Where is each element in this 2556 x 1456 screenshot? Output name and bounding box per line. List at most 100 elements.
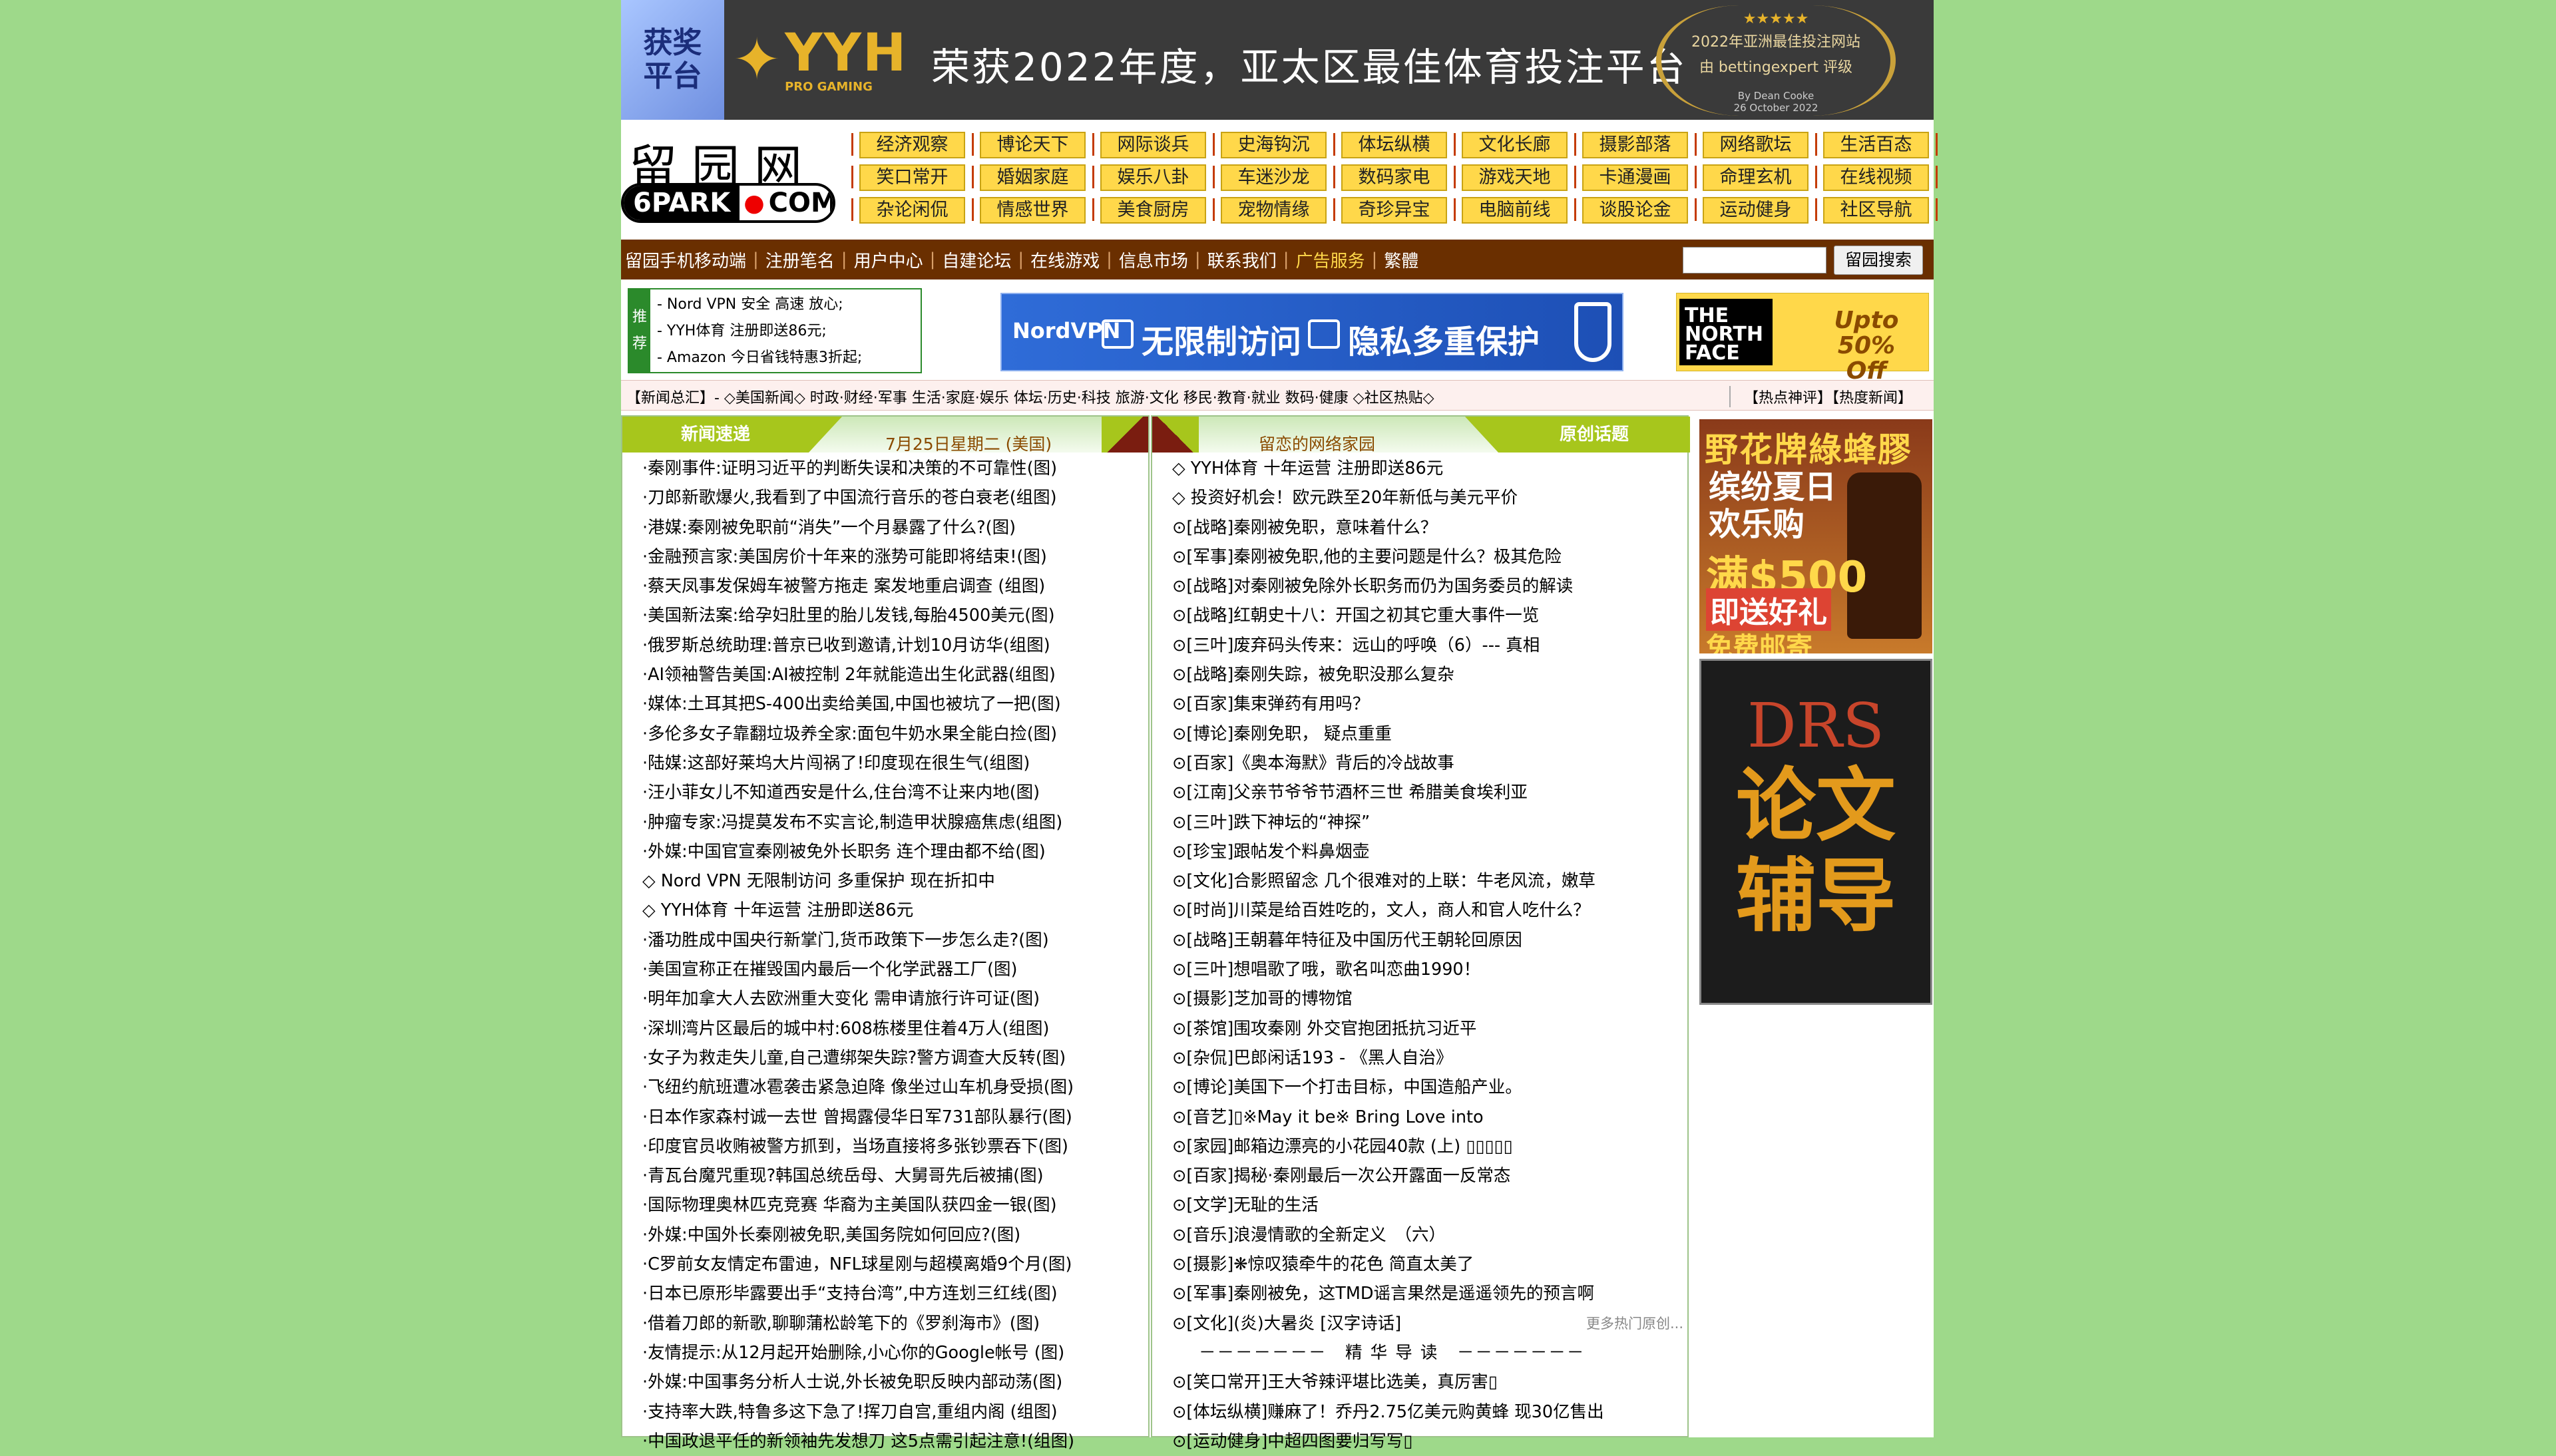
nav-link[interactable]: 广告服务 [1295,248,1365,272]
nav-link[interactable]: 繁體 [1384,248,1418,272]
news-item[interactable]: ◇ Nord VPN 无限制访问 多重保护 现在折扣中 [622,866,1148,896]
category-link[interactable]: 网络歌坛 [1703,132,1809,158]
topic-item[interactable]: ⊙[笑口常开]王大爷辣评堪比选美，真厉害▯ [1152,1367,1687,1397]
topic-item[interactable]: ⊙[三叶]废弃码头传来：远山的呼唤（6）--- 真相 [1152,631,1687,660]
news-item[interactable]: ·友情提示:从12月起开始删除,小心你的Google帐号 (图) [622,1338,1148,1367]
news-item[interactable]: ·外媒:中国外长秦刚被免职,美国务院如何回应?(图) [622,1220,1148,1250]
topic-item[interactable]: ⊙[家园]邮箱边漂亮的小花园40款 (上) ▯▯▯▯▯ [1152,1132,1687,1161]
news-item[interactable]: ·刀郎新歌爆火,我看到了中国流行音乐的苍白衰老(组图) [622,483,1148,512]
category-link[interactable]: 数码家电 [1341,164,1447,191]
news-index-links[interactable]: 【新闻总汇】- ◇美国新闻◇ 时政·财经·军事 生活·家庭·娱乐 体坛·历史·科… [626,386,1434,407]
topic-item[interactable]: ⊙[战略]秦刚失踪，被免职没那么复杂 [1152,660,1687,689]
category-link[interactable]: 笑口常开 [859,164,965,191]
top-banner-ad[interactable]: 获奖 平台 ✦ YYH PRO GAMING 荣获2022年度，亚太区最佳体育投… [621,0,1934,120]
news-item[interactable]: ·多伦多女子靠翻垃圾养全家:面包牛奶水果全能白捡(图) [622,719,1148,749]
search-input[interactable] [1683,247,1826,273]
topic-item[interactable]: ⊙[战略]王朝暮年特征及中国历代王朝轮回原因 [1152,926,1687,955]
news-item[interactable]: ·美国宣称正在摧毁国内最后一个化学武器工厂(图) [622,955,1148,984]
category-link[interactable]: 在线视频 [1823,164,1929,191]
nav-link[interactable]: 留园手机移动端 [625,248,746,272]
topic-item[interactable]: ⊙[文化]合影照留念 几个很难对的上联：牛老风流，嫩草 [1152,866,1687,896]
news-item[interactable]: ◇ YYH体育 十年运营 注册即送86元 [622,896,1148,925]
more-original-link[interactable]: 更多热门原创... [1586,1309,1683,1338]
topic-item[interactable]: ⊙[战略]对秦刚被免除外长职务而仍为国务委员的解读 [1152,572,1687,601]
news-item[interactable]: ·港媒:秦刚被免职前“消失”一个月暴露了什么?(图) [622,513,1148,542]
category-link[interactable]: 经济观察 [859,132,965,158]
category-link[interactable]: 卡通漫画 [1582,164,1688,191]
news-item[interactable]: ·外媒:中国事务分析人士说,外长被免职反映内部动荡(图) [622,1367,1148,1397]
topic-item[interactable]: ⊙[战略]秦刚被免职，意味着什么？ [1152,513,1687,542]
topic-item[interactable]: ⊙[文化](炎)大暑炎 [汉字诗话] 更多热门原创... [1152,1309,1687,1338]
topic-item[interactable]: ⊙[博论]美国下一个打击目标，中国造船产业。 [1152,1073,1687,1102]
news-item[interactable]: ·C罗前女友情定布雷迪，NFL球星刚与超模离婚9个月(图) [622,1250,1148,1279]
topic-item[interactable]: ⊙[摄影]❋惊叹猿牵牛的花色 简直太美了 [1152,1250,1687,1279]
search-button[interactable]: 留园搜索 [1834,246,1923,275]
news-item[interactable]: ·肿瘤专家:冯提莫发布不实言论,制造甲状腺癌焦虑(组图) [622,808,1148,837]
nav-link[interactable]: 用户中心 [854,248,923,272]
topic-item[interactable]: ⊙[三叶]跌下神坛的“神探” [1152,808,1687,837]
topic-item[interactable]: ⊙[江南]父亲节爷爷节酒杯三世 希腊美食埃利亚 [1152,778,1687,807]
nav-link[interactable]: 自建论坛 [942,248,1011,272]
category-link[interactable]: 奇珍异宝 [1341,197,1447,224]
nav-link[interactable]: 联系我们 [1207,248,1277,272]
category-link[interactable]: 社区导航 [1823,197,1929,224]
news-item[interactable]: ·蔡天凤事发保姆车被警方拖走 案发地重启调查 (组图) [622,572,1148,601]
category-link[interactable]: 娱乐八卦 [1100,164,1206,191]
topic-item[interactable]: ⊙[时尚]川菜是给百姓吃的，文人，商人和官人吃什么？ [1152,896,1687,925]
news-item[interactable]: ·金融预言家:美国房价十年来的涨势可能即将结束!(图) [622,542,1148,572]
topic-item[interactable]: ⊙[运动健身]中超四图要归写写▯ [1152,1427,1687,1456]
news-item[interactable]: ·俄罗斯总统助理:普京已收到邀请,计划10月访华(组图) [622,631,1148,660]
hot-links[interactable]: 【热点神评】【热度新闻】 [1729,386,1912,407]
category-link[interactable]: 美食厨房 [1100,197,1206,224]
topic-item[interactable]: ⊙[军事]秦刚被免职,他的主要问题是什么？极其危险 [1152,542,1687,572]
nordvpn-ad[interactable]: NordVPN 无限制访问 隐私多重保护 [1000,293,1623,371]
category-link[interactable]: 博论天下 [980,132,1086,158]
news-item[interactable]: ·国际物理奥林匹克竞赛 华裔为主美国队获四金一银(图) [622,1190,1148,1220]
category-link[interactable]: 谈股论金 [1582,197,1688,224]
category-link[interactable]: 史海钩沉 [1221,132,1327,158]
propolis-ad[interactable]: 野花牌綠蜂膠 缤纷夏日 欢乐购 满$500 即送好礼 免费邮寄 [1699,419,1932,653]
drs-thesis-ad[interactable]: DRS 论文 辅导 [1699,659,1932,1005]
category-link[interactable]: 情感世界 [980,197,1086,224]
topic-item[interactable]: ⊙[百家]揭秘·秦刚最后一次公开露面一反常态 [1152,1161,1687,1190]
topic-item[interactable]: ⊙[博论]秦刚免职， 疑点重重 [1152,719,1687,749]
news-item[interactable]: ·媒体:土耳其把S-400出卖给美国,中国也被坑了一把(图) [622,689,1148,719]
topic-item[interactable]: ⊙[音艺]▯※May it be※ Bring Love into [1152,1103,1687,1132]
topic-item[interactable]: ⊙[百家]集束弹药有用吗？ [1152,689,1687,719]
category-link[interactable]: 命理玄机 [1703,164,1809,191]
category-link[interactable]: 摄影部落 [1582,132,1688,158]
category-link[interactable]: 宠物情缘 [1221,197,1327,224]
site-logo[interactable]: 留园网 6PARK ● COM [621,123,841,230]
news-item[interactable]: ·青瓦台魔咒重现?韩国总统岳母、大舅哥先后被捕(图) [622,1161,1148,1190]
topic-item[interactable]: ⊙[军事]秦刚被免，这TMD谣言果然是遥遥领先的预言啊 [1152,1279,1687,1308]
nav-link[interactable]: 在线游戏 [1030,248,1100,272]
news-item[interactable]: ·明年加拿大人去欧洲重大变化 需申请旅行许可证(图) [622,984,1148,1013]
topic-item[interactable]: ⊙[音乐]浪漫情歌的全新定义 （六） [1152,1220,1687,1250]
news-item[interactable]: ·秦刚事件:证明习近平的判断失误和决策的不可靠性(图) [622,454,1148,483]
category-link[interactable]: 杂论闲侃 [859,197,965,224]
topic-item[interactable]: ⊙[三叶]想唱歌了哦，歌名叫恋曲1990！ [1152,955,1687,984]
north-face-ad[interactable]: THE NORTH FACE Upto 50% Off [1676,293,1929,384]
topic-item[interactable]: ⊙[珍宝]跟帖发个料鼻烟壶 [1152,837,1687,866]
news-item[interactable]: ·汪小菲女儿不知道西安是什么,住台湾不让来内地(图) [622,778,1148,807]
news-item[interactable]: ·中国政退平任的新领袖先发想刀 这5点需引起注意!(组图) [622,1427,1148,1456]
news-item[interactable]: ·印度官员收贿被警方抓到，当场直接将多张钞票吞下(图) [622,1132,1148,1161]
topic-item[interactable]: ⊙[战略]红朝史十八：开国之初其它重大事件一览 [1152,601,1687,630]
recommend-item[interactable]: - Nord VPN 安全 高速 放心; [657,292,843,313]
nav-link[interactable]: 信息市场 [1119,248,1188,272]
category-link[interactable]: 文化长廊 [1462,132,1568,158]
topic-item[interactable]: ◇ 投资好机会！欧元跌至20年新低与美元平价 [1152,483,1687,512]
news-item[interactable]: ·AI领袖警告美国:AI被控制 2年就能造出生化武器(组图) [622,660,1148,689]
topic-item[interactable]: ⊙[茶馆]围攻秦刚 外交官抱团抵抗习近平 [1152,1014,1687,1043]
category-link[interactable]: 车迷沙龙 [1221,164,1327,191]
news-item[interactable]: ·飞纽约航班遭冰雹袭击紧急迫降 像坐过山车机身受损(图) [622,1073,1148,1102]
category-link[interactable]: 体坛纵横 [1341,132,1447,158]
topic-item[interactable]: ⊙[百家]《奥本海默》背后的冷战故事 [1152,749,1687,778]
news-item[interactable]: ·日本已原形毕露要出手“支持台湾”,中方连划三红线(图) [622,1279,1148,1308]
topic-item[interactable]: ⊙[体坛纵横]赚麻了！乔丹2.75亿美元购黄蜂 现30亿售出 [1152,1397,1687,1427]
news-item[interactable]: ·日本作家森村诚一去世 曾揭露侵华日军731部队暴行(图) [622,1103,1148,1132]
category-link[interactable]: 生活百态 [1823,132,1929,158]
news-item[interactable]: ·潘功胜成中国央行新掌门,货币政策下一步怎么走?(图) [622,926,1148,955]
news-item[interactable]: ·陆媒:这部好莱坞大片闯祸了!印度现在很生气(组图) [622,749,1148,778]
topic-item[interactable]: ◇ YYH体育 十年运营 注册即送86元 [1152,454,1687,483]
